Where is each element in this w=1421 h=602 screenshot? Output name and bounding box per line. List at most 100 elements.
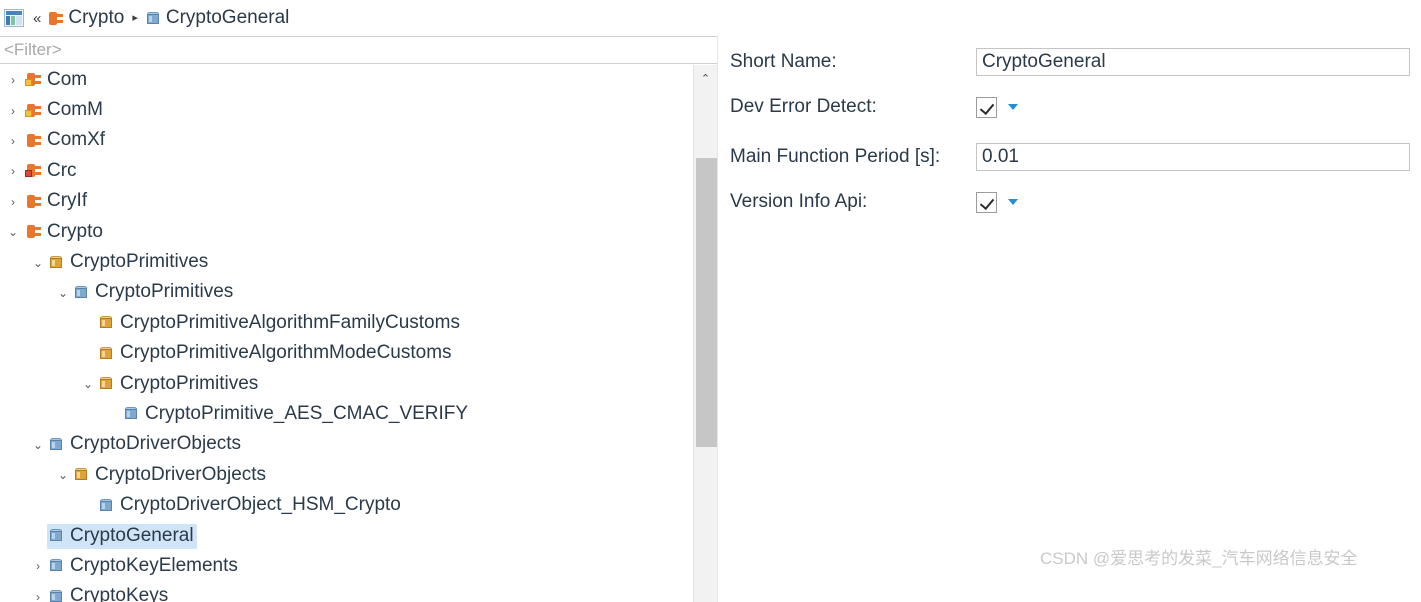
cube-orange-icon <box>99 376 114 391</box>
module-icon <box>24 132 41 149</box>
chevron-down-icon[interactable]: ⌄ <box>29 257 47 269</box>
main-function-period-input[interactable] <box>976 143 1410 171</box>
tree-scrollbar[interactable]: ⌃ <box>693 65 717 602</box>
module-icon <box>24 71 41 88</box>
scrollbar-thumb[interactable] <box>696 158 717 447</box>
chevron-right-icon[interactable]: › <box>29 560 47 572</box>
tree-row[interactable]: ⌄ CryptoPrimitives <box>0 247 693 277</box>
tree-row-label: CryptoDriverObjects <box>70 433 242 455</box>
tree-row[interactable]: CryptoGeneral <box>0 521 693 551</box>
tree-row-content[interactable]: CryptoGeneral <box>47 523 197 549</box>
tree-row[interactable]: CryptoPrimitive_AES_CMAC_VERIFY <box>0 399 693 429</box>
tree-list[interactable]: › Com › ComM › ComXf › Crc › CryIf ⌄ Crypto ⌄ CryptoP… <box>0 65 693 602</box>
filter-input[interactable] <box>0 40 717 60</box>
chevron-down-icon[interactable]: ⌄ <box>29 439 47 451</box>
cube-icon <box>146 11 161 26</box>
tree-row[interactable]: CryptoPrimitiveAlgorithmFamilyCustoms <box>0 308 693 338</box>
tree-row-content[interactable]: CryptoPrimitives <box>97 372 261 397</box>
form-row-dev-error-detect: Dev Error Detect: <box>718 96 1421 118</box>
cube-orange-icon <box>99 315 114 330</box>
tree-row-content[interactable]: CryptoPrimitives <box>72 280 236 305</box>
tree-row-label: CryptoDriverObjects <box>95 463 267 485</box>
module-icon <box>24 162 41 179</box>
chevron-right-icon: ▸ <box>132 11 138 24</box>
tree-row-label: CryptoPrimitives <box>120 372 259 394</box>
tree-row[interactable]: › Com <box>0 65 693 95</box>
module-icon <box>24 223 41 240</box>
tree-row-label: CryptoPrimitiveAlgorithmFamilyCustoms <box>120 311 460 333</box>
chevron-down-icon[interactable] <box>1008 104 1018 110</box>
tree-row-content[interactable]: CryptoPrimitives <box>47 250 211 275</box>
filter-row <box>0 36 717 64</box>
properties-form: Short Name: Dev Error Detect: Main Funct… <box>718 36 1421 602</box>
tree-row-content[interactable]: Crypto <box>22 220 106 245</box>
dev-error-detect-checkbox[interactable] <box>976 96 997 118</box>
breadcrumb-back-chevron-icon[interactable]: « <box>33 11 41 26</box>
cube-icon <box>49 589 64 602</box>
tree-row-label: Crc <box>47 159 77 181</box>
tree-row[interactable]: ⌄ CryptoPrimitives <box>0 278 693 308</box>
tree-row[interactable]: › CryptoKeyElements <box>0 551 693 581</box>
chevron-right-icon[interactable]: › <box>4 135 22 147</box>
short-name-input[interactable] <box>976 48 1410 76</box>
chevron-down-icon[interactable]: ⌄ <box>54 469 72 481</box>
tree-row-label: CryptoPrimitives <box>95 281 234 303</box>
tree-row[interactable]: ⌄ CryptoDriverObjects <box>0 430 693 460</box>
main-function-period-label: Main Function Period [s]: <box>730 146 941 167</box>
tree-row-label: CryIf <box>47 190 88 212</box>
tree-row-content[interactable]: Com <box>22 68 90 93</box>
tree-row[interactable]: ⌄ Crypto <box>0 217 693 247</box>
form-row-main-function-period: Main Function Period [s]: <box>718 143 1421 171</box>
cube-icon <box>99 498 114 513</box>
cube-icon <box>74 285 89 300</box>
chevron-right-icon[interactable]: › <box>4 196 22 208</box>
tree-row[interactable]: › ComM <box>0 95 693 125</box>
tree-row-content[interactable]: CryIf <box>22 189 90 214</box>
breadcrumb-item-crypto[interactable]: Crypto <box>46 7 124 29</box>
chevron-down-icon[interactable]: ⌄ <box>79 378 97 390</box>
tree-row-content[interactable]: CryptoDriverObjects <box>72 463 269 488</box>
tree-row-content[interactable]: CryptoPrimitiveAlgorithmModeCustoms <box>97 341 455 366</box>
tree-row-content[interactable]: Crc <box>22 159 80 184</box>
tree-row-content[interactable]: CryptoKeys <box>47 584 171 602</box>
tree-row-content[interactable]: CryptoPrimitive_AES_CMAC_VERIFY <box>122 402 471 427</box>
scroll-up-arrow-icon[interactable]: ⌃ <box>694 65 717 91</box>
tree-row-content[interactable]: CryptoDriverObjects <box>47 432 244 457</box>
chevron-down-icon[interactable] <box>1008 199 1018 205</box>
tree-row[interactable]: › Crc <box>0 156 693 186</box>
chevron-right-icon[interactable]: › <box>4 105 22 117</box>
tree-row-content[interactable]: ComXf <box>22 128 108 153</box>
tree-row-label: CryptoPrimitives <box>70 251 209 273</box>
version-info-api-checkbox[interactable] <box>976 191 997 213</box>
tree-row-label: ComM <box>47 99 103 121</box>
tree-row[interactable]: CryptoDriverObject_HSM_Crypto <box>0 490 693 520</box>
tree-row-content[interactable]: ComM <box>22 98 106 123</box>
cube-orange-icon <box>49 255 64 270</box>
chevron-right-icon[interactable]: › <box>29 591 47 602</box>
tree-row-label: ComXf <box>47 129 106 151</box>
cube-icon <box>49 528 64 543</box>
tree-row[interactable]: ⌄ CryptoPrimitives <box>0 369 693 399</box>
tree-row[interactable]: ⌄ CryptoDriverObjects <box>0 460 693 490</box>
tree-row-content[interactable]: CryptoDriverObject_HSM_Crypto <box>97 493 404 518</box>
tree-row-content[interactable]: CryptoPrimitiveAlgorithmFamilyCustoms <box>97 311 463 336</box>
tree-row-label: CryptoGeneral <box>70 524 194 546</box>
tree-row[interactable]: CryptoPrimitiveAlgorithmModeCustoms <box>0 339 693 369</box>
tree-row[interactable]: › CryIf <box>0 187 693 217</box>
module-icon <box>24 193 41 210</box>
module-icon <box>46 10 64 27</box>
short-name-label: Short Name: <box>730 51 837 72</box>
tree-row[interactable]: › ComXf <box>0 126 693 156</box>
tree-panel: › Com › ComM › ComXf › Crc › CryIf ⌄ Crypto ⌄ CryptoP… <box>0 36 717 602</box>
chevron-down-icon[interactable]: ⌄ <box>4 226 22 238</box>
cube-orange-icon <box>74 467 89 482</box>
chevron-down-icon[interactable]: ⌄ <box>54 287 72 299</box>
tree-row[interactable]: › CryptoKeys <box>0 582 693 602</box>
dev-error-detect-label: Dev Error Detect: <box>730 96 877 117</box>
window-grid-icon[interactable] <box>4 9 24 27</box>
breadcrumb-item-cryptogeneral[interactable]: CryptoGeneral <box>146 7 289 29</box>
chevron-right-icon[interactable]: › <box>4 165 22 177</box>
tree-row-content[interactable]: CryptoKeyElements <box>47 554 241 579</box>
chevron-right-icon[interactable]: › <box>4 74 22 86</box>
cube-orange-icon <box>99 346 114 361</box>
